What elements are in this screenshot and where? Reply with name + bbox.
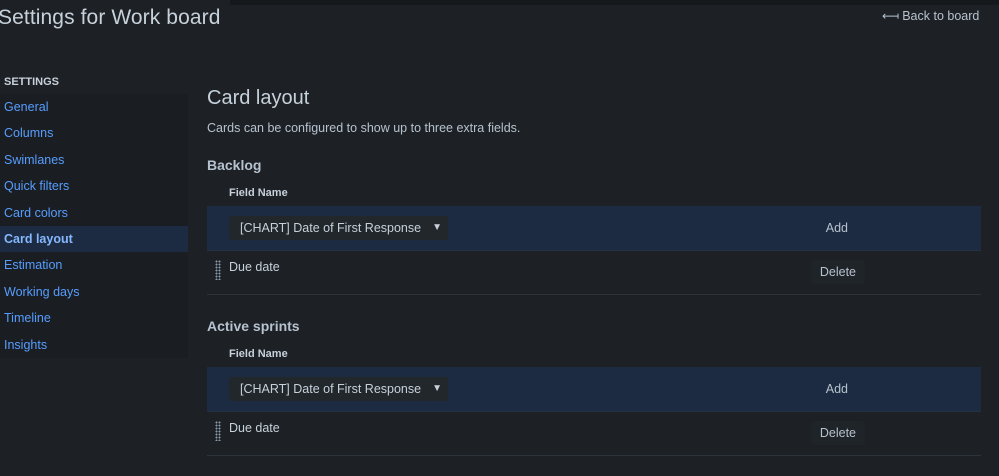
sidebar-item-quick-filters[interactable]: Quick filters	[0, 173, 188, 199]
sprints-select-value: [CHART] Date of First Response	[240, 382, 422, 396]
back-to-board-link[interactable]: ⟻ Back to board	[882, 9, 979, 23]
backlog-select-value: [CHART] Date of First Response	[240, 221, 422, 235]
backlog-field-name: Due date	[229, 260, 280, 274]
sprints-field-select[interactable]: [CHART] Date of First Response ▼	[229, 377, 448, 401]
sprints-field-row: Due date Delete	[207, 412, 981, 456]
sidebar-item-insights[interactable]: Insights	[0, 332, 188, 358]
card-layout-panel: Card layout Cards can be configured to s…	[207, 84, 981, 456]
sprints-add-button[interactable]: Add	[817, 377, 857, 401]
page-title: Settings for Work board	[0, 6, 221, 29]
sidebar-item-columns[interactable]: Columns	[0, 120, 188, 146]
page-header: Settings for Work board ⟻ Back to board	[0, 0, 999, 44]
backlog-add-row: [CHART] Date of First Response ▼ Add	[207, 206, 981, 251]
sidebar-item-card-colors[interactable]: Card colors	[0, 200, 188, 226]
sidebar-item-timeline[interactable]: Timeline	[0, 305, 188, 331]
sidebar-list: General Columns Swimlanes Quick filters …	[0, 94, 188, 358]
sidebar-item-working-days[interactable]: Working days	[0, 279, 188, 305]
backlog-field-select[interactable]: [CHART] Date of First Response ▼	[229, 216, 448, 240]
backlog-title: Backlog	[207, 157, 262, 173]
backlog-delete-button[interactable]: Delete	[810, 260, 865, 284]
sprints-delete-button[interactable]: Delete	[810, 421, 865, 445]
backlog-field-name-header: Field Name	[229, 187, 288, 199]
section-description: Cards can be configured to show up to th…	[207, 121, 521, 135]
drag-handle-icon[interactable]	[215, 260, 221, 280]
section-title: Card layout	[207, 87, 310, 109]
sidebar-item-swimlanes[interactable]: Swimlanes	[0, 147, 188, 173]
sidebar-heading: SETTINGS	[4, 76, 60, 88]
backlog-field-row: Due date Delete	[207, 251, 981, 295]
sidebar-item-card-layout[interactable]: Card layout	[0, 225, 188, 253]
sidebar-item-general[interactable]: General	[0, 94, 188, 120]
chevron-down-icon: ▼	[432, 383, 442, 394]
sprints-field-name: Due date	[229, 421, 280, 435]
settings-sidebar: SETTINGS General Columns Swimlanes Quick…	[0, 72, 188, 358]
drag-handle-icon[interactable]	[215, 421, 221, 441]
sprints-add-row: [CHART] Date of First Response ▼ Add	[207, 367, 981, 412]
back-to-board-label: Back to board	[902, 9, 980, 23]
sidebar-item-estimation[interactable]: Estimation	[0, 252, 188, 278]
header-strip	[230, 0, 999, 5]
active-sprints-title: Active sprints	[207, 318, 300, 334]
chevron-down-icon: ▼	[432, 222, 442, 233]
arrow-left-icon: ⟻	[882, 9, 900, 23]
sprints-field-name-header: Field Name	[229, 348, 288, 360]
backlog-add-button[interactable]: Add	[817, 216, 857, 240]
